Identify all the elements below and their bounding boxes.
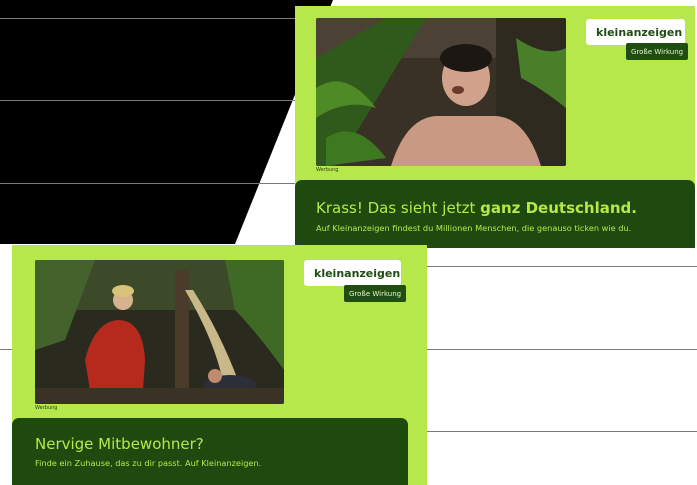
ad-headline: Nervige Mitbewohner? [35, 435, 204, 453]
ad-photo-jungle-man [316, 18, 566, 166]
divider-line [0, 18, 330, 19]
brand-name: kleinanzeigen [596, 25, 683, 39]
divider-line [0, 349, 12, 350]
divider-line [427, 266, 697, 267]
werbung-label: Werbung [316, 167, 339, 173]
divider-line [0, 183, 295, 184]
ad-card-bottom: Werbung kleinanzeigen Große Wirkung Nerv… [12, 245, 427, 485]
ad-card-top: Werbung kleinanzeigen Große Wirkung Kras… [295, 6, 695, 248]
werbung-label: Werbung [35, 405, 58, 411]
ad-text-panel: Nervige Mitbewohner? Finde ein Zuhause, … [12, 418, 408, 485]
kleinanzeigen-logo-badge[interactable]: kleinanzeigen [586, 19, 685, 45]
headline-emphasis: ganz Deutschland. [480, 199, 637, 217]
brand-name: kleinanzeigen [314, 266, 401, 280]
ad-subline: Finde ein Zuhause, das zu dir passt. Auf… [35, 458, 262, 468]
ad-headline: Krass! Das sieht jetzt ganz Deutschland. [316, 199, 637, 217]
headline-text: Krass! Das sieht jetzt [316, 199, 481, 217]
ad-subline: Auf Kleinanzeigen findest du Millionen M… [316, 223, 632, 233]
grosse-wirkung-tag: Große Wirkung [344, 285, 407, 302]
grosse-wirkung-tag: Große Wirkung [626, 43, 689, 60]
divider-line [427, 349, 697, 350]
ad-text-panel: Krass! Das sieht jetzt ganz Deutschland.… [295, 180, 695, 248]
divider-line [0, 100, 295, 101]
divider-line [427, 431, 697, 432]
ad-photo-jungle-camp [35, 260, 284, 404]
kleinanzeigen-logo-badge[interactable]: kleinanzeigen [304, 260, 401, 286]
